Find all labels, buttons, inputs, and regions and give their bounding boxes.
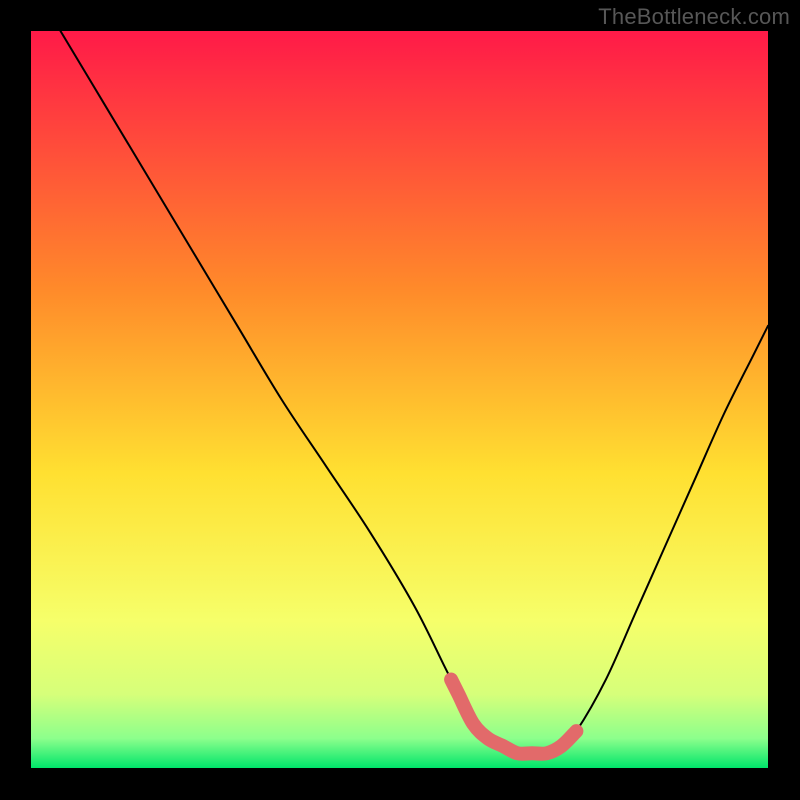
bottleneck-plot xyxy=(31,31,768,768)
plot-frame xyxy=(31,31,768,768)
heat-background xyxy=(31,31,768,768)
watermark-label: TheBottleneck.com xyxy=(598,4,790,30)
chart-stage: TheBottleneck.com xyxy=(0,0,800,800)
